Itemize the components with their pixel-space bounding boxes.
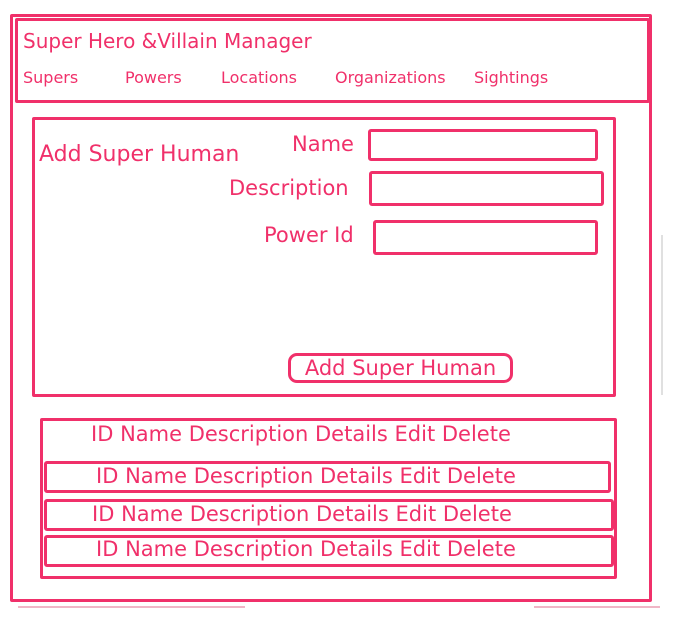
description-label: Description [229, 176, 349, 200]
nav-sightings[interactable]: Sightings [474, 68, 548, 87]
name-input[interactable] [368, 129, 598, 161]
cell-name: Name [121, 502, 184, 526]
cell-description: Description [193, 464, 314, 488]
table-header-row: ID Name Description Details Edit Delete [91, 422, 511, 446]
cell-name: Name [125, 464, 188, 488]
nav-organizations[interactable]: Organizations [335, 68, 446, 87]
description-input[interactable] [369, 171, 604, 206]
form-title: Add Super Human [39, 142, 240, 167]
cell-description: Description [189, 502, 310, 526]
cell-id: ID [92, 502, 115, 526]
cell-id: ID [96, 464, 119, 488]
power-id-label: Power Id [264, 223, 354, 247]
power-id-input[interactable] [373, 220, 598, 255]
sketch-line [18, 606, 245, 608]
header-id: ID [91, 422, 114, 446]
cell-description: Description [193, 537, 314, 561]
details-link[interactable]: Details [320, 464, 393, 488]
add-super-human-button[interactable]: Add Super Human [288, 353, 513, 383]
header-delete: Delete [441, 422, 511, 446]
delete-link[interactable]: Delete [447, 537, 516, 561]
header-description: Description [188, 422, 309, 446]
details-link[interactable]: Details [316, 502, 389, 526]
sketch-line [534, 606, 660, 608]
delete-link[interactable]: Delete [447, 464, 516, 488]
sketch-line [661, 235, 663, 395]
header-name: Name [120, 422, 183, 446]
nav-powers[interactable]: Powers [125, 68, 182, 87]
app-title: Super Hero &Villain Manager [23, 29, 312, 53]
header-details: Details [315, 422, 388, 446]
details-link[interactable]: Details [320, 537, 393, 561]
cell-id: ID [96, 537, 119, 561]
cell-name: Name [125, 537, 188, 561]
header-edit: Edit [394, 422, 436, 446]
edit-link[interactable]: Edit [396, 502, 437, 526]
delete-link[interactable]: Delete [443, 502, 512, 526]
nav-locations[interactable]: Locations [221, 68, 297, 87]
table-row-content: ID Name Description Details Edit Delete [96, 537, 516, 561]
edit-link[interactable]: Edit [400, 464, 441, 488]
table-row-content: ID Name Description Details Edit Delete [96, 464, 516, 488]
name-label: Name [292, 132, 354, 156]
nav-supers[interactable]: Supers [23, 68, 78, 87]
edit-link[interactable]: Edit [400, 537, 441, 561]
table-row-content: ID Name Description Details Edit Delete [92, 502, 512, 526]
